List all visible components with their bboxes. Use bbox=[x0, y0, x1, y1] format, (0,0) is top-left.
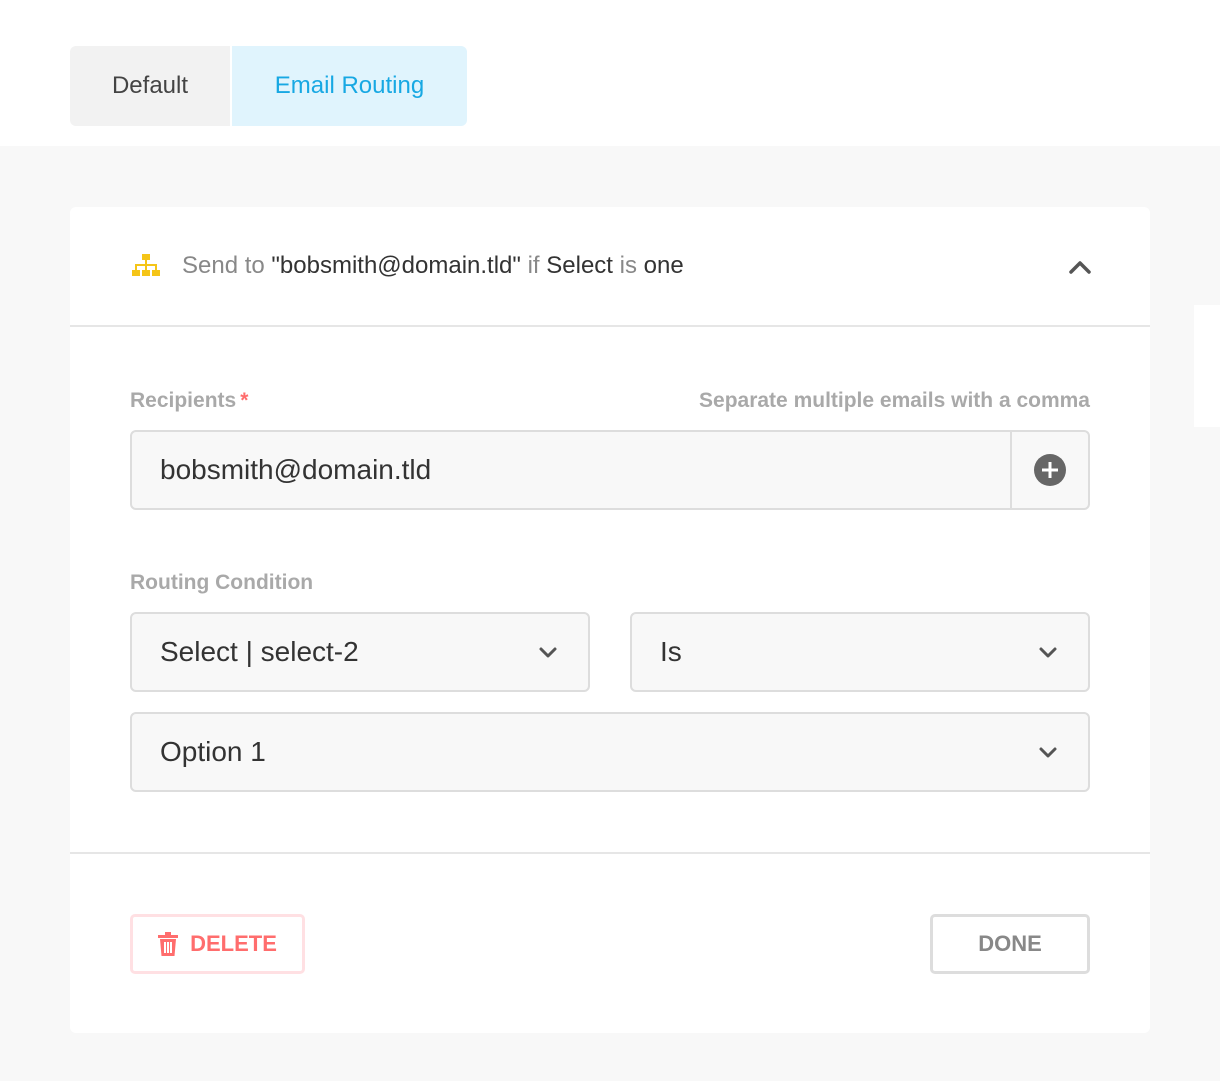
done-button[interactable]: DONE bbox=[930, 914, 1090, 974]
rule-header[interactable]: Send to "bobsmith@domain.tld" if Select … bbox=[70, 207, 1150, 327]
summary-recipient: "bobsmith@domain.tld" bbox=[271, 252, 521, 279]
condition-operator-value: Is bbox=[660, 636, 682, 667]
sitemap-icon bbox=[132, 254, 160, 276]
chevron-down-icon bbox=[539, 647, 557, 658]
delete-label: DELETE bbox=[190, 931, 277, 956]
recipients-help-text: Separate multiple emails with a comma bbox=[699, 389, 1090, 412]
chevron-down-icon bbox=[1039, 647, 1057, 658]
plus-circle-icon bbox=[1034, 454, 1066, 486]
footer-divider bbox=[70, 852, 1150, 854]
recipients-input[interactable] bbox=[132, 432, 1010, 508]
recipients-label: Recipients * bbox=[130, 389, 248, 413]
summary-if: if bbox=[520, 252, 547, 279]
side-panel-edge bbox=[1194, 305, 1220, 427]
delete-button[interactable]: DELETE bbox=[130, 914, 305, 974]
add-recipient-button[interactable] bbox=[1010, 432, 1088, 508]
summary-prefix: Send to bbox=[182, 252, 272, 279]
condition-value-value: Option 1 bbox=[160, 736, 266, 767]
condition-field-value: Select | select-2 bbox=[160, 636, 359, 667]
tab-email-routing[interactable]: Email Routing bbox=[232, 46, 467, 126]
recipients-label-row: Recipients * Separate multiple emails wit… bbox=[130, 389, 1090, 413]
tab-default[interactable]: Default bbox=[70, 46, 230, 126]
condition-field-select[interactable]: Select | select-2 bbox=[130, 612, 590, 692]
chevron-up-icon[interactable] bbox=[1066, 253, 1094, 281]
chevron-down-icon bbox=[1039, 747, 1057, 758]
summary-field: Select bbox=[546, 252, 613, 279]
rule-summary: Send to "bobsmith@domain.tld" if Select … bbox=[182, 251, 684, 281]
tab-bar: Default Email Routing bbox=[70, 46, 467, 126]
trash-icon bbox=[158, 932, 179, 956]
routing-rule-card: Send to "bobsmith@domain.tld" if Select … bbox=[70, 207, 1150, 1033]
condition-operator-select[interactable]: Is bbox=[630, 612, 1090, 692]
done-label: DONE bbox=[978, 931, 1042, 956]
recipients-label-text: Recipients bbox=[130, 389, 237, 412]
routing-condition-label: Routing Condition bbox=[130, 571, 314, 594]
summary-is: is bbox=[612, 252, 644, 279]
condition-value-select[interactable]: Option 1 bbox=[130, 712, 1090, 792]
recipients-field bbox=[130, 430, 1090, 510]
required-asterisk: * bbox=[240, 389, 249, 412]
summary-value: one bbox=[643, 252, 684, 279]
